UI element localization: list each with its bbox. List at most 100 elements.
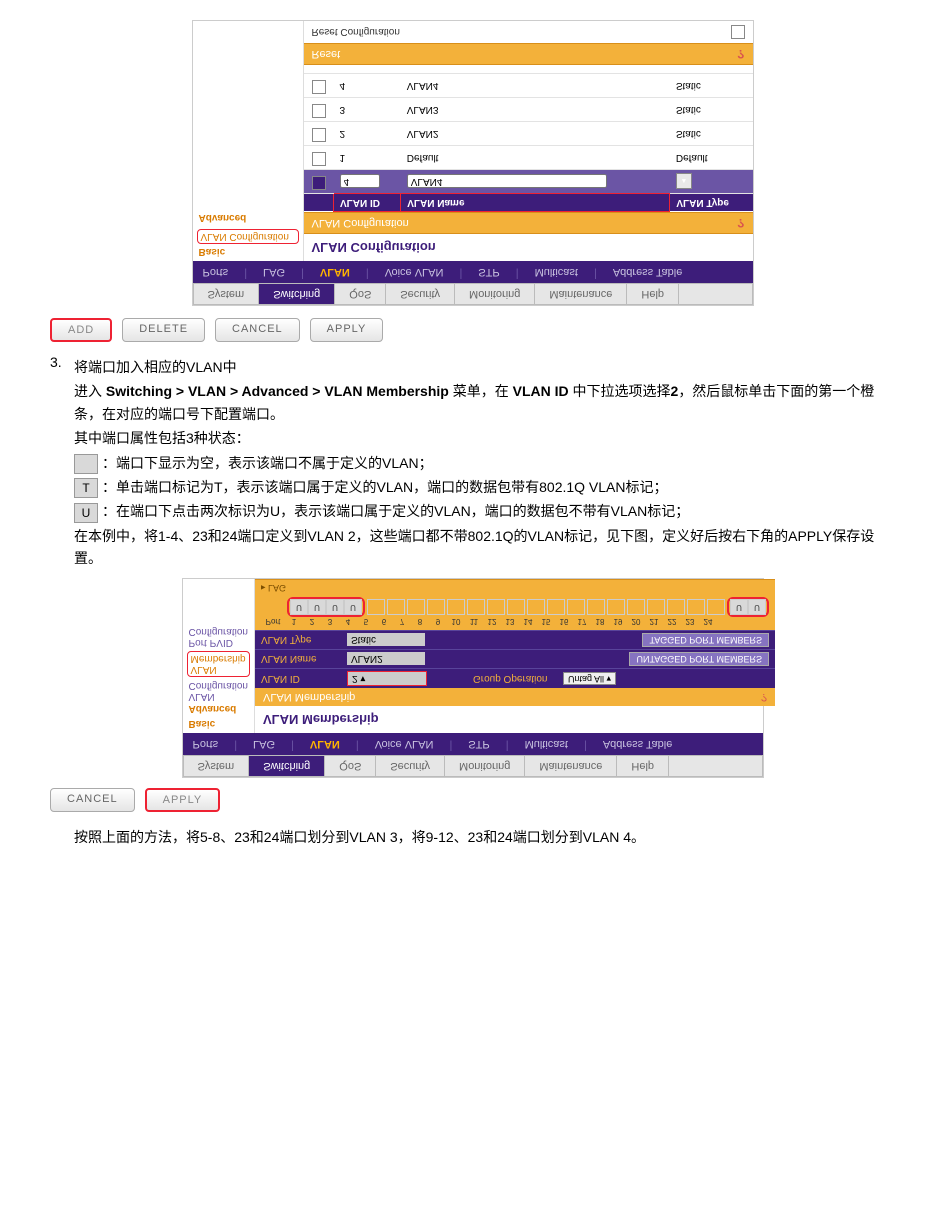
side-item-vlan-membership[interactable]: VLAN Membership [187,651,250,677]
table-row[interactable]: 3 VLAN3 Static [304,98,753,122]
tab-security[interactable]: Security [386,284,455,304]
vlan-type-label: VLAN Type [261,634,341,645]
apply-button[interactable]: APPLY [310,318,384,342]
add-button[interactable]: ADD [50,318,112,342]
table-row[interactable]: 4 VLAN4 Static [304,74,753,98]
row-checkbox[interactable] [312,104,326,118]
sub-ports[interactable]: Ports [199,264,233,280]
untagged-members-button[interactable]: UNTAGGED PORT MEMBERS [629,652,769,666]
page-title-2: VLAN Membership [255,706,775,733]
port-15[interactable] [567,599,585,615]
port-12[interactable] [507,599,525,615]
col-select [304,194,334,212]
vlan-id-select[interactable]: 2 ▾ [347,671,427,686]
port-22[interactable] [707,599,725,615]
cell-type: Static [670,74,753,98]
sub-addrtable[interactable]: Address Table [609,264,687,280]
reset-panel-header: Reset ? [304,43,753,65]
tab-help[interactable]: Help [627,284,679,304]
reset-checkbox[interactable] [731,25,745,39]
sub-multicast[interactable]: Multicast [521,736,572,752]
edit-row-checkbox[interactable] [312,176,326,190]
cell-id: 2 [334,122,401,146]
side-item-vlan-config[interactable]: VLAN Configuration [197,229,299,244]
port-21[interactable] [687,599,705,615]
panel-header: VLAN Configuration ? [304,212,753,234]
tab-maintenance[interactable]: Maintenance [535,284,627,304]
port-17[interactable] [607,599,625,615]
tab-system[interactable]: System [184,756,250,776]
tab-qos[interactable]: QoS [335,284,386,304]
tab-help[interactable]: Help [617,756,669,776]
cancel-button[interactable]: CANCEL [215,318,300,342]
tab-maintenance[interactable]: Maintenance [525,756,617,776]
row-checkbox[interactable] [312,80,326,94]
apply-button-2[interactable]: APPLY [145,788,221,812]
row-checkbox[interactable] [312,152,326,166]
tab-monitoring[interactable]: Monitoring [455,284,535,304]
delete-button[interactable]: DELETE [122,318,205,342]
sub-vlan[interactable]: VLAN [306,736,344,752]
blank-state-icon [74,454,98,474]
tagged-members-button[interactable]: TAGGED PORT MEMBERS [642,633,769,647]
sub-lag[interactable]: LAG [249,736,279,752]
group-op-select[interactable]: Untag All ▾ [563,672,616,685]
edit-vlan-name-input[interactable] [407,175,607,189]
port-14[interactable] [547,599,565,615]
help-icon[interactable]: ? [737,216,744,230]
side-item-port-pvid[interactable]: Port PVID Configuration [183,625,254,649]
port-13[interactable] [527,599,545,615]
tab-security[interactable]: Security [376,756,445,776]
port-18[interactable] [627,599,645,615]
port-5[interactable] [367,599,385,615]
port-9[interactable] [447,599,465,615]
port-6[interactable] [387,599,405,615]
cancel-button-2[interactable]: CANCEL [50,788,135,812]
port-7[interactable] [407,599,425,615]
side-group-basic: Basic [183,718,254,733]
port-20[interactable] [667,599,685,615]
port-10[interactable] [467,599,485,615]
help-icon[interactable]: ? [737,47,744,61]
table-row[interactable]: 2 VLAN2 Static [304,122,753,146]
port-numbers: Port 12345678910111213141516171819202122… [261,617,769,626]
sub-ports[interactable]: Ports [189,736,223,752]
port-3[interactable]: U [326,599,344,615]
sub-addrtable[interactable]: Address Table [599,736,677,752]
sub-stp[interactable]: STP [464,736,493,752]
state-blank: ：端口下显示为空，表示该端口不属于定义的VLAN； [74,452,895,474]
table-row[interactable]: 1 Default Default [304,146,753,170]
port-19[interactable] [647,599,665,615]
edit-vlan-type-dropdown[interactable]: ▴ [676,174,692,190]
sub-multicast[interactable]: Multicast [531,264,582,280]
lag-bar[interactable]: ▸ LAG [255,579,775,595]
help-icon[interactable]: ? [761,691,767,703]
sub-stp[interactable]: STP [474,264,503,280]
step-number: 3. [50,354,74,572]
port-23[interactable]: U [730,599,748,615]
cell-name: VLAN2 [401,122,670,146]
port-2[interactable]: U [308,599,326,615]
port-11[interactable] [487,599,505,615]
port-8[interactable] [427,599,445,615]
tab-switching[interactable]: Switching [249,756,325,776]
sub-lag[interactable]: LAG [259,264,289,280]
port-1[interactable]: U [290,599,308,615]
edit-vlan-id-input[interactable] [340,175,380,189]
tab-switching[interactable]: Switching [259,284,335,304]
tab-qos[interactable]: QoS [325,756,376,776]
sub-voicevlan[interactable]: Voice VLAN [381,264,448,280]
row-checkbox[interactable] [312,128,326,142]
col-vlan-id: VLAN ID [334,194,401,212]
side-item-vlan-config[interactable]: VLAN Configuration [183,679,254,703]
tail-text: 按照上面的方法，将5-8、23和24端口划分到VLAN 3，将9-12、23和2… [74,826,895,848]
port-16[interactable] [587,599,605,615]
port-24[interactable]: U [748,599,766,615]
port-4[interactable]: U [344,599,362,615]
sub-voicevlan[interactable]: Voice VLAN [371,736,438,752]
sub-vlan[interactable]: VLAN [316,264,354,280]
top-tabbar-2: System Switching QoS Security Monitoring… [183,755,763,777]
step-line2: 其中端口属性包括3种状态： [74,427,895,449]
tab-monitoring[interactable]: Monitoring [445,756,525,776]
tab-system[interactable]: System [194,284,260,304]
